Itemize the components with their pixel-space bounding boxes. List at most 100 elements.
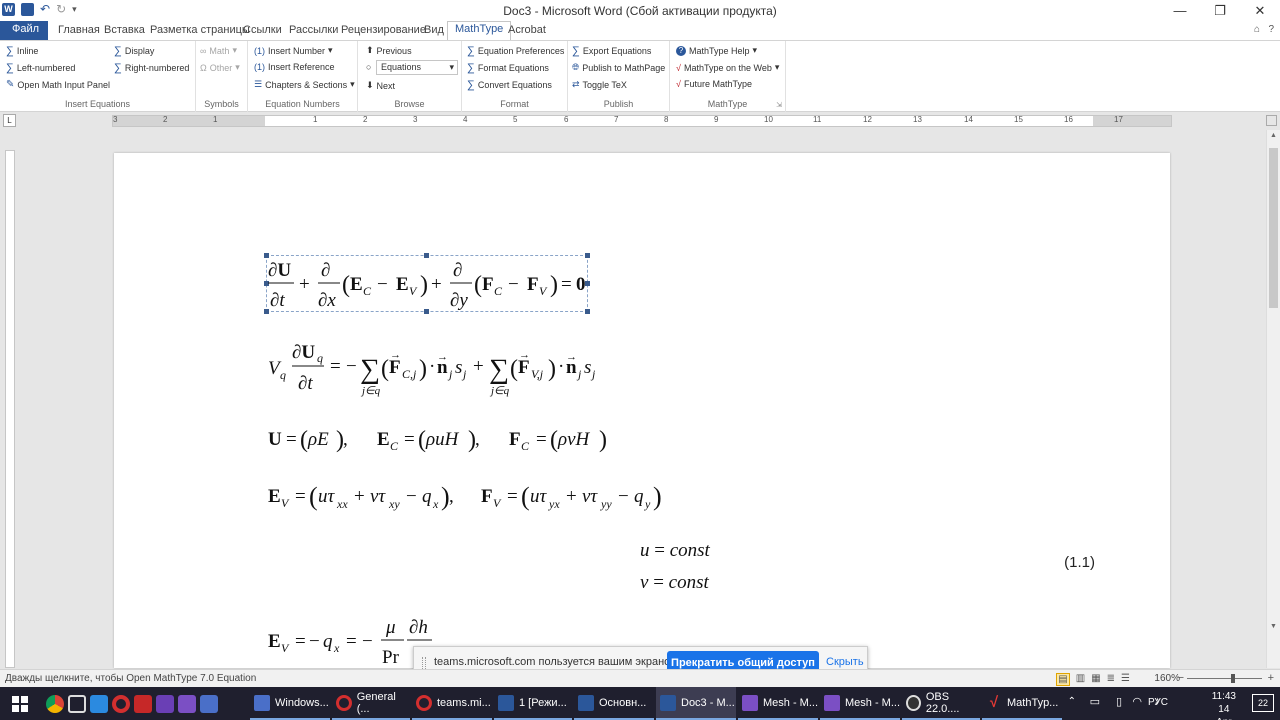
close-button[interactable]: ✕: [1240, 0, 1280, 21]
vertical-scrollbar[interactable]: ▲ ▼: [1266, 130, 1280, 668]
mathtype-help-button[interactable]: ? MathType Help ▾: [676, 45, 757, 56]
taskbar-item[interactable]: General (...: [332, 687, 410, 720]
svg-text:v = const: v = const: [640, 572, 709, 593]
scroll-down-icon[interactable]: ▼: [1270, 623, 1277, 630]
tab-mathtype[interactable]: MathType: [447, 21, 512, 40]
zoom-level[interactable]: 160%: [1154, 673, 1180, 684]
circle-icon: ○: [366, 62, 372, 72]
left-numbered-button[interactable]: ∑ Left-numbered: [6, 62, 75, 74]
chapters-sections-button[interactable]: ☰ Chapters & Sections ▾: [254, 79, 355, 90]
start-button[interactable]: [0, 687, 40, 720]
wifi-icon[interactable]: ◠: [1132, 695, 1142, 708]
blue-app-icon[interactable]: [200, 694, 218, 713]
dialog-launcher-icon[interactable]: ⇲: [776, 101, 782, 109]
display-button[interactable]: ∑ Display: [114, 45, 154, 57]
future-mathtype-button[interactable]: √ Future MathType: [676, 79, 752, 89]
opera-icon[interactable]: [112, 694, 130, 713]
view-ruler-icon[interactable]: [1266, 115, 1277, 126]
red-app-icon[interactable]: [134, 694, 152, 713]
equation-preferences-button[interactable]: ∑ Equation Preferences: [467, 45, 564, 57]
zoom-slider[interactable]: [1187, 678, 1262, 679]
open-math-input-panel-button[interactable]: ✎ Open Math Input Panel: [6, 79, 110, 90]
tab-selector[interactable]: L: [3, 114, 16, 127]
svg-text:(: (: [381, 356, 389, 382]
inline-button[interactable]: ∑ Inline: [6, 45, 38, 57]
draft-icon[interactable]: ☰: [1121, 673, 1130, 686]
equation-viscous-flux[interactable]: EV = ( uτ xx + vτ xy − qx ) , FV = ( uτ yx …: [266, 478, 686, 518]
equation-flux-definitions[interactable]: U = ( ρE ) , EC = ( ρuH ) , FC = ( ρvH ): [266, 421, 626, 457]
outline-icon[interactable]: ≣: [1107, 673, 1115, 686]
minimize-button[interactable]: —: [1160, 0, 1200, 21]
next-button[interactable]: ⬇ Next: [366, 80, 395, 91]
taskbar-item[interactable]: Основн...: [574, 687, 654, 720]
full-screen-reading-icon[interactable]: ▥: [1076, 673, 1085, 686]
drag-grip-icon[interactable]: [422, 657, 426, 669]
purple-app-icon[interactable]: [156, 694, 174, 713]
ribbon-collapse-icon[interactable]: ⌂: [1254, 24, 1260, 35]
battery-icon[interactable]: ▯: [1116, 695, 1122, 708]
taskbar-item[interactable]: Windows...: [250, 687, 330, 720]
help-icon[interactable]: ?: [1268, 24, 1274, 35]
taskbar-item[interactable]: √ MathTyp...: [982, 687, 1062, 720]
print-layout-icon[interactable]: ▤: [1056, 673, 1070, 686]
svg-text:V: V: [409, 284, 418, 298]
ribbon-tabs: Файл Главная Вставка Разметка страницы С…: [0, 21, 1280, 40]
right-numbered-button[interactable]: ∑ Right-numbered: [114, 62, 189, 74]
tab-mailings[interactable]: Рассылки: [289, 23, 338, 40]
export-equations-button[interactable]: ∑ Export Equations: [572, 45, 651, 57]
svg-text:→: →: [390, 349, 401, 361]
hide-link[interactable]: Скрыть: [826, 656, 864, 668]
group-publish: ∑ Export Equations 🌐︎ Publish to MathPage …: [568, 41, 670, 112]
visual-studio-icon[interactable]: [178, 694, 196, 713]
show-hidden-icons[interactable]: ⌃: [1068, 696, 1076, 707]
taskbar-item-active[interactable]: Doc3 - M...: [656, 687, 736, 720]
notification-center-icon[interactable]: 22: [1252, 694, 1274, 712]
other-symbols-button[interactable]: Ω Other ▾: [200, 62, 240, 73]
format-equations-button[interactable]: ∑ Format Equations: [467, 62, 549, 74]
document-page[interactable]: ∂U ∂t + ∂ ∂x ( EC − EV ) + ∂ ∂y ( FC − F…: [114, 153, 1170, 668]
clock[interactable]: 11:43 14 Apr 2021: [1212, 690, 1236, 720]
scrollbar-thumb[interactable]: [1269, 148, 1278, 308]
taskbar-item[interactable]: teams.mi...: [412, 687, 492, 720]
language-indicator[interactable]: РУС: [1148, 697, 1168, 708]
tab-page-layout[interactable]: Разметка страницы: [150, 23, 250, 40]
convert-equations-button[interactable]: ∑ Convert Equations: [467, 79, 552, 91]
taskbar-item[interactable]: Mesh - M...: [738, 687, 818, 720]
equation-finite-volume[interactable]: Vq ∂U q ∂t = − ∑ j∈q ( F→ C,j ) · n→ j sj…: [266, 338, 646, 400]
display-icon[interactable]: ▭: [1090, 695, 1100, 708]
chrome-icon[interactable]: [46, 694, 64, 713]
tab-home[interactable]: Главная: [58, 23, 100, 40]
tab-file[interactable]: Файл: [0, 21, 48, 40]
vertical-ruler[interactable]: [5, 150, 15, 668]
publish-mathpage-button[interactable]: 🌐︎ Publish to MathPage: [572, 62, 665, 73]
mathtype-on-web-button[interactable]: √ MathType on the Web ▾: [676, 62, 779, 73]
word-icon: [578, 694, 594, 711]
taskbar-item[interactable]: 1 [Режи...: [494, 687, 572, 720]
tab-insert[interactable]: Вставка: [104, 23, 145, 40]
svg-text:vτ: vτ: [370, 486, 386, 507]
taskbar-item[interactable]: OBS 22.0....: [902, 687, 980, 720]
task-view-icon[interactable]: [68, 694, 86, 713]
web-layout-icon[interactable]: ▦: [1091, 673, 1100, 686]
browse-combo[interactable]: Equations ▾: [376, 60, 458, 75]
ruler-number: 13: [913, 115, 922, 124]
zoom-slider-thumb[interactable]: [1231, 674, 1235, 683]
zoom-out-icon[interactable]: −: [1178, 672, 1184, 684]
tab-references[interactable]: Ссылки: [243, 23, 282, 40]
tab-view[interactable]: Вид: [424, 23, 444, 40]
horizontal-ruler[interactable]: 3 2 1 1 2 3 4 5 6 7 8 9 10 11 12 13 14 1…: [112, 115, 1172, 127]
insert-number-button[interactable]: (1) Insert Number ▾: [254, 45, 333, 56]
previous-button[interactable]: ⬆ Previous: [366, 45, 412, 56]
insert-reference-button[interactable]: (1) Insert Reference: [254, 62, 335, 72]
explorer-icon[interactable]: [90, 694, 108, 713]
scroll-up-icon[interactable]: ▲: [1270, 132, 1277, 139]
equation-conservation[interactable]: ∂U ∂t + ∂ ∂x ( EC − EV ) + ∂ ∂y ( FC − F…: [266, 255, 596, 313]
math-symbols-button[interactable]: ∞ Math ▾: [200, 45, 237, 56]
tab-acrobat[interactable]: Acrobat: [508, 23, 546, 40]
toggle-tex-button[interactable]: ⇄ Toggle TeX: [572, 79, 627, 90]
taskbar-item[interactable]: Mesh - M...: [820, 687, 900, 720]
tab-review[interactable]: Рецензирование: [341, 23, 426, 40]
zoom-in-icon[interactable]: +: [1268, 672, 1274, 684]
equation-constants[interactable]: u = const v = const: [638, 537, 728, 595]
restore-button[interactable]: ❐: [1200, 0, 1240, 21]
